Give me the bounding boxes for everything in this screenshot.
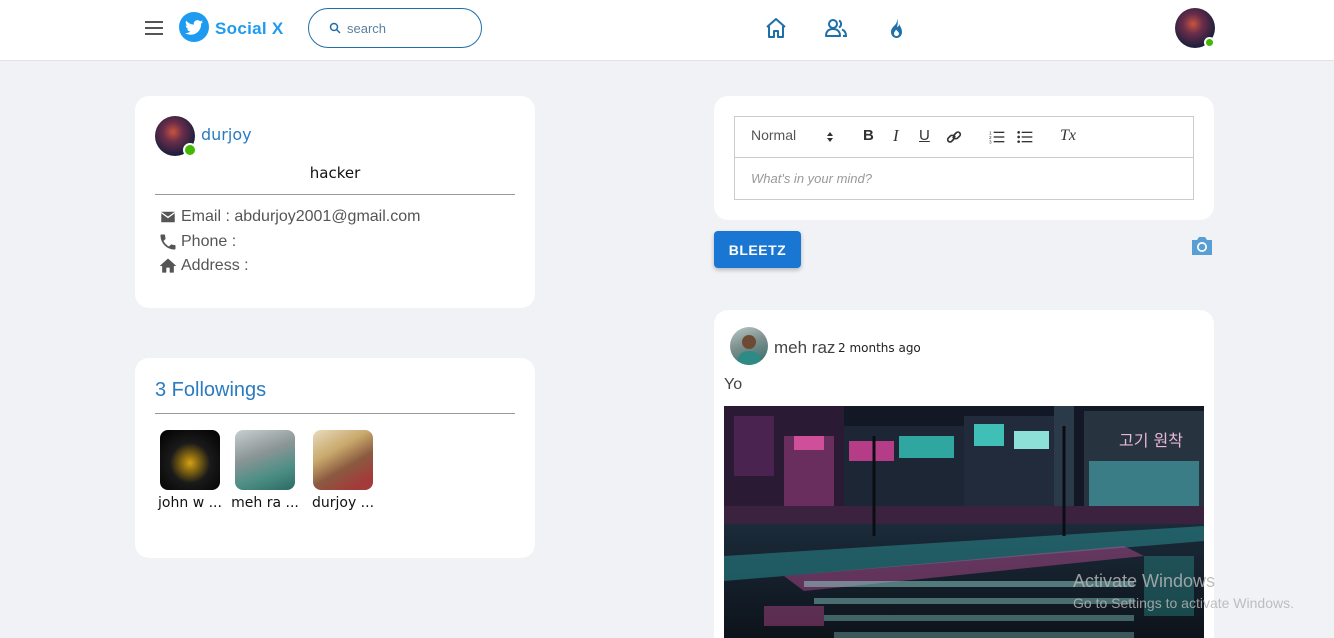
post-editor-card: Normal B I U 123 Tx What's in your mind? (714, 96, 1214, 220)
followings-title[interactable]: 3 Followings (155, 379, 266, 402)
followings-card: 3 Followings john w ... meh ra ... durjo… (135, 358, 535, 558)
top-bar: Social X (0, 0, 1334, 61)
post-text-editor[interactable]: What's in your mind? (734, 157, 1194, 200)
profile-divider (155, 194, 515, 195)
phone-row: Phone : (157, 232, 236, 252)
italic-button[interactable]: I (893, 126, 899, 146)
profile-card: durjoy hacker Email : abdurjoy2001@gmail… (135, 96, 535, 308)
post-author-name[interactable]: meh raz (774, 338, 835, 358)
profile-name[interactable]: durjoy (201, 125, 252, 144)
home-address-icon (159, 258, 177, 273)
bleetz-button[interactable]: BLEETZ (714, 231, 801, 268)
profile-online-dot (183, 143, 197, 157)
email-label: Email : abdurjoy2001@gmail.com (181, 208, 421, 225)
phone-icon (160, 234, 176, 250)
post-author-avatar[interactable] (730, 327, 768, 365)
camera-icon[interactable] (1190, 236, 1214, 256)
phone-label: Phone : (181, 233, 237, 250)
search-box[interactable] (308, 8, 482, 48)
following-name[interactable]: john w ... (155, 495, 225, 511)
twitter-bird-icon[interactable] (179, 12, 209, 42)
friends-icon[interactable] (824, 16, 848, 40)
clear-format-button[interactable]: Tx (1060, 127, 1076, 145)
windows-watermark-title: Activate Windows (1073, 571, 1216, 591)
following-avatar[interactable] (235, 430, 295, 490)
select-arrows-icon[interactable] (826, 131, 834, 143)
post-text: Yo (724, 376, 743, 393)
link-icon[interactable] (946, 129, 962, 145)
address-label: Address : (181, 257, 249, 274)
following-item[interactable]: meh ra ... (230, 430, 300, 511)
following-name[interactable]: durjoy ... (308, 495, 378, 511)
following-avatar[interactable] (160, 430, 220, 490)
format-select[interactable]: Normal (751, 127, 796, 143)
email-icon (160, 211, 176, 223)
email-row: Email : abdurjoy2001@gmail.com (157, 208, 420, 226)
bullet-list-icon[interactable] (1017, 129, 1033, 145)
search-input[interactable] (347, 20, 467, 36)
profile-bio: hacker (309, 164, 361, 182)
brand-name[interactable]: Social X (215, 19, 284, 39)
windows-watermark-subtitle: Go to Settings to activate Windows. (1073, 595, 1294, 611)
ordered-list-icon[interactable]: 123 (989, 129, 1005, 145)
following-avatar[interactable] (313, 430, 373, 490)
followings-divider (155, 413, 515, 414)
address-row: Address : (157, 256, 249, 276)
following-item[interactable]: durjoy ... (308, 430, 378, 511)
post-timestamp: 2 months ago (838, 341, 921, 355)
trending-fire-icon[interactable] (884, 16, 908, 40)
editor-placeholder: What's in your mind? (751, 171, 872, 186)
search-icon (329, 22, 341, 34)
image-sign: 고기 원착 (1119, 431, 1183, 450)
home-icon[interactable] (764, 16, 788, 40)
editor-toolbar: Normal B I U 123 Tx (734, 116, 1194, 158)
following-name[interactable]: meh ra ... (230, 495, 300, 511)
svg-text:3: 3 (989, 140, 992, 145)
following-item[interactable]: john w ... (155, 430, 225, 511)
bold-button[interactable]: B (863, 127, 874, 144)
menu-icon[interactable] (145, 21, 163, 35)
underline-button[interactable]: U (919, 127, 930, 144)
online-status-dot (1204, 37, 1215, 48)
